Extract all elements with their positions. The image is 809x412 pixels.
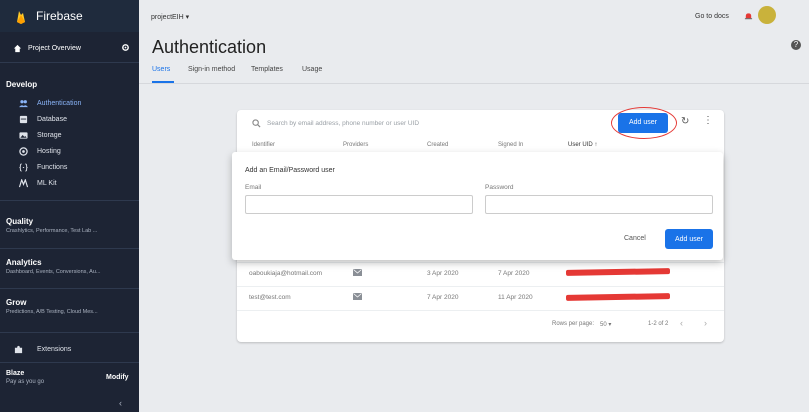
header-providers[interactable]: Providers bbox=[343, 142, 368, 148]
password-label: Password bbox=[485, 184, 514, 191]
section-quality[interactable]: Quality bbox=[6, 217, 33, 226]
header-identifier[interactable]: Identifier bbox=[252, 142, 275, 148]
section-grow[interactable]: Grow bbox=[6, 298, 26, 307]
plan-name: Blaze bbox=[6, 370, 25, 377]
header-divider bbox=[139, 83, 809, 84]
sidebar-item-label: Hosting bbox=[37, 148, 61, 155]
brand-name: Firebase bbox=[36, 9, 83, 23]
braces-icon bbox=[19, 163, 28, 172]
tab-sign-in-method[interactable]: Sign-in method bbox=[188, 66, 235, 73]
home-icon bbox=[13, 44, 22, 53]
section-analytics-subtitle: Dashboard, Events, Conversions, Au... bbox=[6, 269, 101, 275]
sidebar-item-ml-kit[interactable]: ML Kit bbox=[0, 176, 139, 192]
table-row[interactable]: oaboukiaja@hotmail.com 3 Apr 2020 7 Apr … bbox=[237, 262, 724, 284]
firebase-logo-icon bbox=[17, 11, 25, 24]
email-field[interactable] bbox=[245, 195, 473, 214]
sidebar-item-authentication[interactable]: Authentication bbox=[0, 96, 139, 112]
sidebar-item-label: Storage bbox=[37, 132, 62, 139]
help-icon[interactable]: ? bbox=[791, 40, 801, 50]
rows-per-page-label: Rows per page: bbox=[552, 321, 595, 327]
password-field[interactable] bbox=[485, 195, 713, 214]
prev-page-button[interactable]: ‹ bbox=[680, 318, 683, 328]
cancel-button[interactable]: Cancel bbox=[624, 235, 646, 242]
sidebar-divider bbox=[0, 62, 139, 63]
database-icon bbox=[19, 115, 28, 124]
globe-icon bbox=[19, 147, 28, 156]
page-title: Authentication bbox=[152, 37, 267, 57]
gear-icon[interactable] bbox=[121, 43, 130, 52]
table-row[interactable]: test@test.com 7 Apr 2020 11 Apr 2020 bbox=[237, 286, 724, 308]
go-to-docs-link[interactable]: Go to docs bbox=[695, 13, 729, 20]
section-develop[interactable]: Develop bbox=[6, 80, 37, 89]
sidebar-item-storage[interactable]: Storage bbox=[0, 128, 139, 144]
more-options-icon[interactable]: ⋮ bbox=[703, 116, 713, 126]
confirm-add-user-button[interactable]: Add user bbox=[665, 229, 713, 249]
refresh-icon[interactable]: ↻ bbox=[681, 117, 691, 127]
collapse-sidebar-button[interactable]: ‹ bbox=[119, 398, 122, 408]
tab-users[interactable]: Users bbox=[152, 66, 170, 73]
email-label: Email bbox=[245, 184, 262, 191]
puzzle-icon bbox=[14, 345, 23, 354]
section-grow-subtitle: Predictions, A/B Testing, Cloud Mes... bbox=[6, 309, 98, 315]
sidebar-divider bbox=[0, 362, 139, 363]
header-signed-in[interactable]: Signed In bbox=[498, 142, 523, 148]
sidebar-divider bbox=[0, 332, 139, 333]
sidebar: Firebase Project Overview Develop Authen… bbox=[0, 0, 139, 412]
cell-created: 3 Apr 2020 bbox=[427, 270, 459, 277]
redacted-user-uid bbox=[565, 293, 671, 301]
sidebar-item-label: Functions bbox=[37, 164, 68, 171]
section-quality-subtitle: Crashlytics, Performance, Test Lab ... bbox=[6, 228, 98, 234]
image-icon bbox=[19, 132, 28, 139]
notifications-icon[interactable] bbox=[744, 12, 753, 21]
project-overview-label: Project Overview bbox=[28, 45, 81, 52]
dialog-title: Add an Email/Password user bbox=[245, 167, 335, 174]
cell-identifier: oaboukiaja@hotmail.com bbox=[249, 270, 323, 277]
project-overview-link[interactable]: Project Overview bbox=[0, 38, 139, 60]
rows-per-page-select[interactable]: 50 ▾ bbox=[600, 321, 611, 328]
sidebar-item-label: Database bbox=[37, 116, 67, 123]
next-page-button[interactable]: › bbox=[704, 318, 707, 328]
sidebar-item-database[interactable]: Database bbox=[0, 112, 139, 128]
header-created[interactable]: Created bbox=[427, 142, 448, 148]
section-analytics[interactable]: Analytics bbox=[6, 258, 42, 267]
modify-plan-button[interactable]: Modify bbox=[106, 374, 129, 381]
cell-created: 7 Apr 2020 bbox=[427, 294, 459, 301]
sidebar-item-extensions[interactable]: Extensions bbox=[0, 342, 139, 358]
header-user-uid[interactable]: User UID ↑ bbox=[568, 142, 597, 148]
brand-bar[interactable]: Firebase bbox=[0, 0, 139, 32]
sidebar-item-functions[interactable]: Functions bbox=[0, 160, 139, 176]
plan-description: Pay as you go bbox=[6, 379, 45, 385]
redacted-user-uid bbox=[565, 268, 671, 276]
email-provider-icon bbox=[353, 269, 362, 276]
sidebar-item-hosting[interactable]: Hosting bbox=[0, 144, 139, 160]
sidebar-divider bbox=[0, 200, 139, 201]
sidebar-divider bbox=[0, 248, 139, 249]
search-input[interactable]: Search by email address, phone number or… bbox=[267, 120, 419, 127]
top-bar: projectEIH ▾ Go to docs bbox=[139, 0, 809, 32]
cell-identifier: test@test.com bbox=[249, 294, 291, 301]
avatar[interactable] bbox=[758, 6, 776, 24]
sidebar-divider bbox=[0, 288, 139, 289]
sidebar-item-label: ML Kit bbox=[37, 180, 57, 187]
people-icon bbox=[19, 100, 28, 108]
tab-templates[interactable]: Templates bbox=[251, 66, 283, 73]
cell-signed-in: 7 Apr 2020 bbox=[498, 270, 530, 277]
email-provider-icon bbox=[353, 293, 362, 300]
pagination: Rows per page: 50 ▾ 1-2 of 2 ‹ › bbox=[237, 310, 724, 340]
annotation-circle bbox=[611, 107, 677, 139]
project-selector[interactable]: projectEIH ▾ bbox=[151, 13, 189, 21]
add-user-dialog: Add an Email/Password user Email Passwor… bbox=[232, 152, 723, 260]
page-range: 1-2 of 2 bbox=[648, 321, 669, 327]
ml-icon bbox=[19, 179, 28, 188]
sidebar-item-label: Extensions bbox=[37, 346, 72, 353]
cell-signed-in: 11 Apr 2020 bbox=[498, 294, 533, 301]
sidebar-item-label: Authentication bbox=[37, 100, 82, 107]
search-icon bbox=[252, 119, 261, 128]
tab-usage[interactable]: Usage bbox=[302, 66, 322, 73]
